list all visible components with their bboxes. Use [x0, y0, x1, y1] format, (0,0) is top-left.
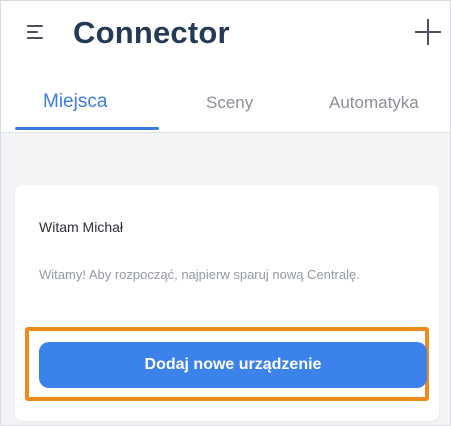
- active-tab-indicator: [15, 127, 159, 130]
- app-title: Connector: [73, 15, 230, 50]
- app-screen: Connector Miejsca Sceny Automatyka Witam…: [0, 0, 451, 426]
- welcome-card: Witam Michał Witamy! Aby rozpocząć, najp…: [15, 185, 439, 421]
- greeting-text: Witam Michał: [39, 219, 124, 235]
- tab-bar: Miejsca Sceny Automatyka: [1, 79, 450, 133]
- app-header: Connector: [1, 1, 450, 79]
- tab-miejsca[interactable]: Miejsca: [43, 91, 107, 113]
- tab-automatyka[interactable]: Automatyka: [329, 93, 419, 113]
- welcome-message: Witamy! Aby rozpocząć, najpierw sparuj n…: [39, 267, 360, 282]
- hamburger-menu-icon[interactable]: [27, 25, 45, 39]
- tab-sceny[interactable]: Sceny: [206, 93, 253, 113]
- add-plus-icon[interactable]: [415, 19, 441, 45]
- add-new-device-button[interactable]: Dodaj nowe urządzenie: [39, 342, 427, 388]
